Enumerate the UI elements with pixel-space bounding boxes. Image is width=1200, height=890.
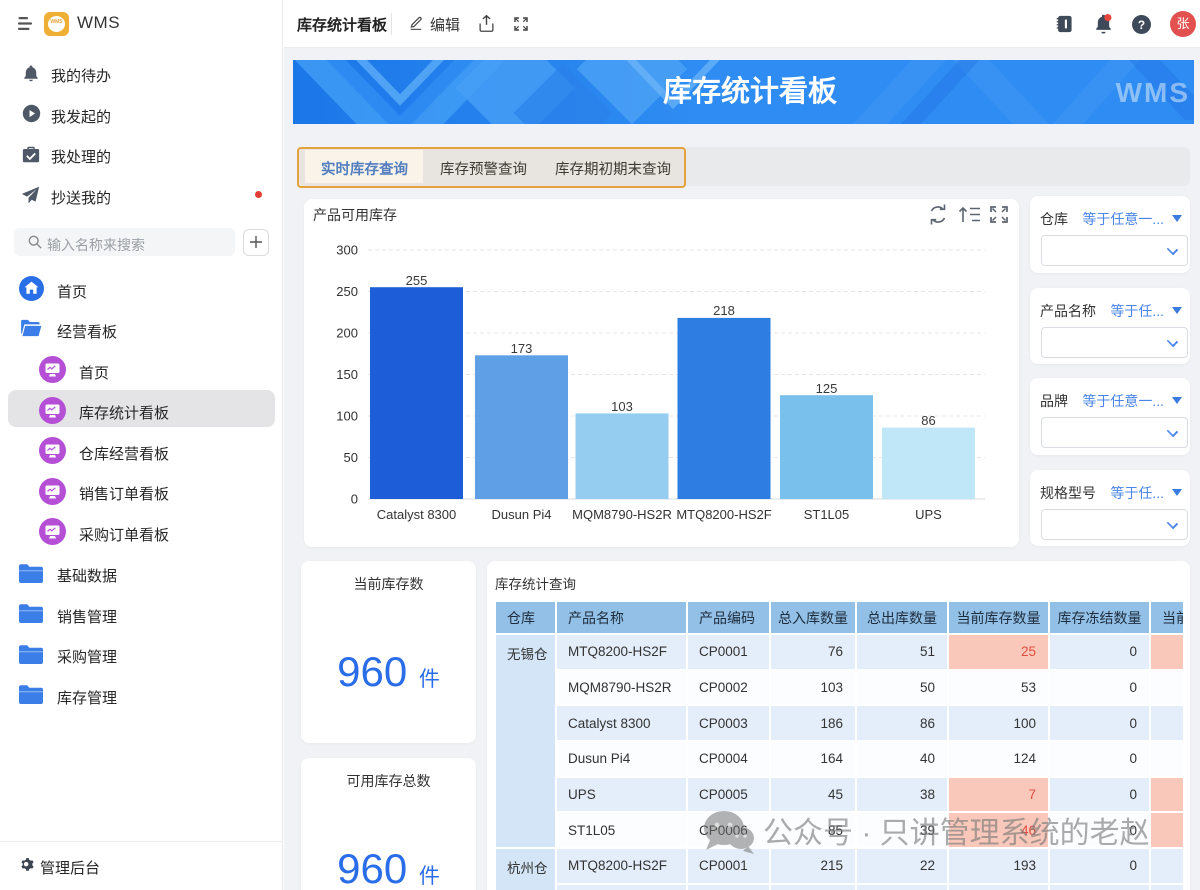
svg-text:公众号 · 只讲管理系统的老赵: 公众号 · 只讲管理系统的老赵 [763,817,1150,850]
svg-text:300: 300 [336,243,358,258]
svg-text:218: 218 [713,303,735,318]
svg-text:?: ? [1138,18,1145,32]
svg-text:MQM8790-HS2R: MQM8790-HS2R [572,507,672,522]
svg-text:ST1L05: ST1L05 [804,507,850,522]
svg-text:库存统计看板: 库存统计看板 [663,74,838,108]
svg-text:0: 0 [351,492,358,507]
svg-text:100: 100 [336,409,358,424]
svg-text:103: 103 [611,399,633,414]
svg-text:150: 150 [336,367,358,382]
svg-text:Dusun Pi4: Dusun Pi4 [492,507,552,522]
svg-text:50: 50 [344,450,358,465]
svg-text:MTQ8200-HS2F: MTQ8200-HS2F [676,507,771,522]
svg-text:WMS: WMS [1116,77,1190,108]
svg-text:UPS: UPS [915,507,942,522]
svg-text:Catalyst 8300: Catalyst 8300 [377,507,457,522]
svg-text:产品可用库存: 产品可用库存 [313,207,397,223]
svg-text:250: 250 [336,284,358,299]
svg-text:255: 255 [406,273,428,288]
svg-text:86: 86 [921,413,935,428]
svg-text:173: 173 [511,341,533,356]
svg-text:125: 125 [816,381,838,396]
svg-text:200: 200 [336,326,358,341]
